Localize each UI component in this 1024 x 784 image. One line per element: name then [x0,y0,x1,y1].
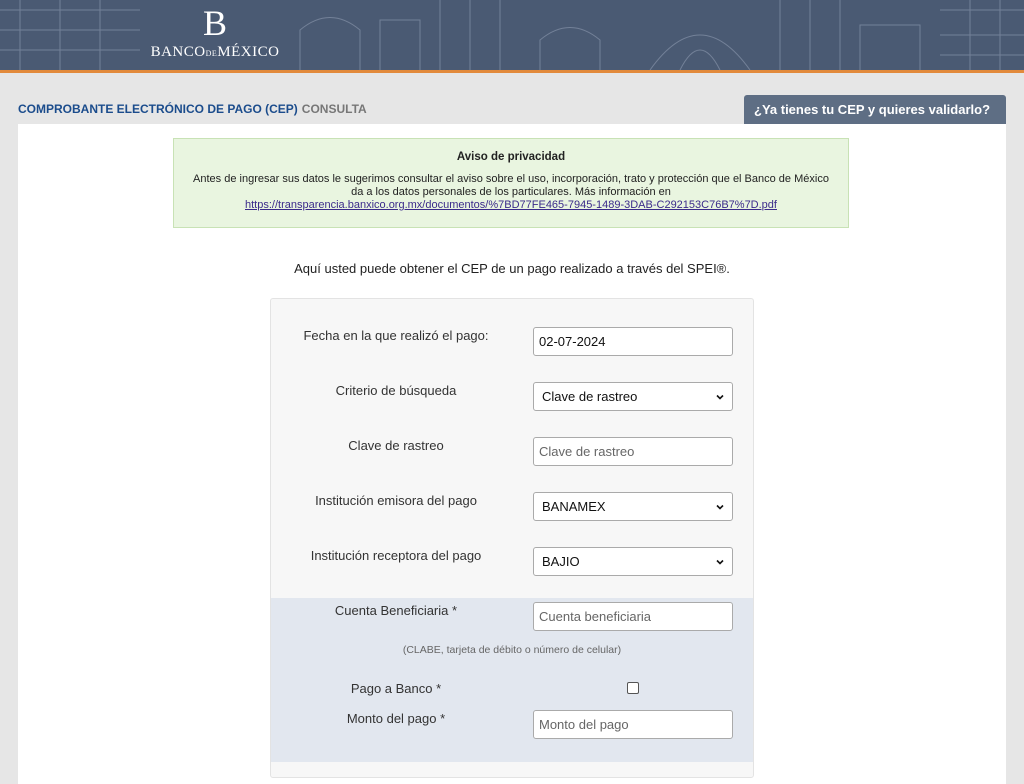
emisora-select[interactable]: BANAMEX [533,492,733,521]
cuenta-beneficiaria-input[interactable]: Cuenta beneficiaria [533,602,733,631]
privacy-notice-title: Aviso de privacidad [456,151,566,163]
chevron-down-icon [716,504,724,510]
emisora-label: Institución emisora del pago [315,493,477,508]
criterio-label: Criterio de búsqueda [335,383,457,398]
intro-text: Aquí usted puede obtener el CEP de un pa… [294,261,730,276]
title-bar: COMPROBANTE ELECTRÓNICO DE PAGO (CEP) CON… [0,73,1024,143]
header-banner: B BANCODEMÉXICO [0,0,1024,73]
fecha-label: Fecha en la que realizó el pago: [303,328,489,343]
privacy-notice: Aviso de privacidad Antes de ingresar su… [173,138,849,228]
chevron-down-icon [716,394,724,400]
banxico-logo-mark: B [202,3,227,43]
clave-rastreo-input[interactable]: Clave de rastreo [533,437,733,466]
clave-rastreo-label: Clave de rastreo [348,438,444,453]
pago-banco-checkbox[interactable] [627,682,639,694]
cep-search-form: Fecha en la que realizó el pago: 02-07-2… [270,298,754,778]
cuenta-beneficiaria-label: Cuenta Beneficiaria * [334,603,458,618]
privacy-notice-link[interactable]: https://transparencia.banxico.org.mx/doc… [245,199,777,211]
main-panel: Aviso de privacidad Antes de ingresar su… [18,124,1006,784]
criterio-select[interactable]: Clave de rastreo [533,382,733,411]
page-title: COMPROBANTE ELECTRÓNICO DE PAGO (CEP) CON… [18,102,367,116]
chevron-down-icon [716,559,724,565]
validate-cep-tab[interactable]: ¿Ya tienes tu CEP y quieres validarlo? [744,95,1006,143]
monto-input[interactable]: Monto del pago [533,710,733,739]
monto-label: Monto del pago * [346,711,446,726]
banxico-logo[interactable]: B BANCODEMÉXICO [150,4,280,66]
privacy-notice-text: Antes de ingresar sus datos le sugerimos… [193,173,829,211]
receptora-label: Institución receptora del pago [310,548,482,563]
page-subtitle: CONSULTA [301,102,367,116]
cuenta-beneficiaria-hint: (CLABE, tarjeta de débito o número de ce… [402,644,622,656]
fecha-input[interactable]: 02-07-2024 [533,327,733,356]
pago-banco-label: Pago a Banco * [350,681,442,696]
receptora-select[interactable]: BAJIO [533,547,733,576]
banxico-logo-name: BANCODEMÉXICO [150,44,280,60]
